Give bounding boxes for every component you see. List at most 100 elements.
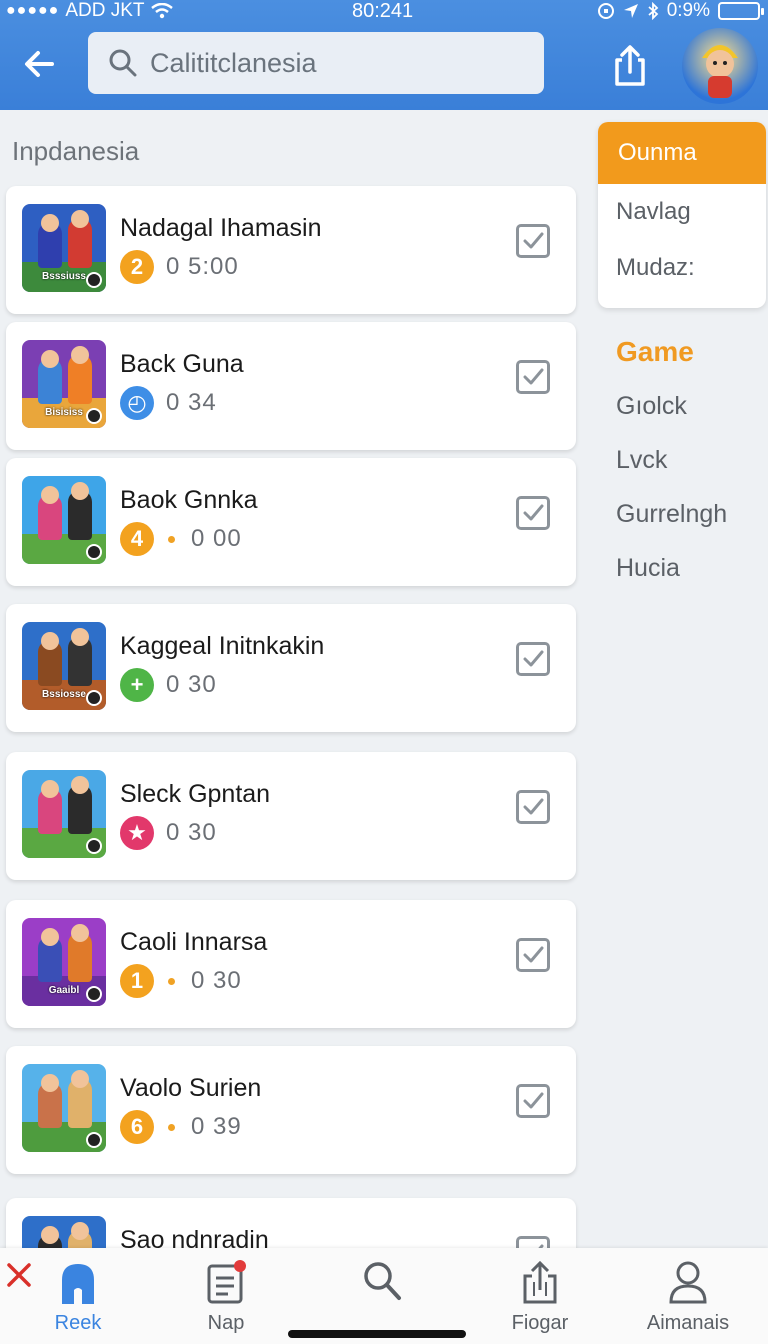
search-icon [109, 49, 137, 77]
search-bar[interactable] [88, 32, 544, 94]
game-meta: ◴ 0 34 [120, 386, 217, 420]
select-checkbox[interactable] [516, 496, 550, 530]
game-meta: 2 0 5:00 [120, 250, 239, 284]
game-thumbnail [22, 1064, 106, 1152]
game-thumbnail: Bssiosse [22, 622, 106, 710]
game-card[interactable]: Vaolo Surien 6 0 39 [6, 1046, 576, 1174]
thumbnail-corner-icon [86, 408, 102, 424]
nav-label: Reek [54, 1312, 102, 1334]
checkmark-icon [523, 504, 544, 521]
game-title: Nadagal Ihamasin [120, 214, 322, 242]
status-bar: ●●●●● ADD JKT 80:241 0:9% [0, 0, 768, 24]
game-title: Caoli Innarsa [120, 928, 268, 956]
game-thumbnail: Bisisiss [22, 340, 106, 428]
select-checkbox[interactable] [516, 360, 550, 394]
game-rank-badge: 1 [120, 964, 154, 998]
game-thumbnail [22, 476, 106, 564]
nav-label: Nap [207, 1312, 245, 1334]
game-stat: 0 00 [191, 525, 242, 552]
nav-label: Aimanais [646, 1312, 730, 1334]
game-thumbnail [22, 770, 106, 858]
game-title: Vaolo Surien [120, 1074, 262, 1102]
thumbnail-character-head [71, 628, 89, 646]
thumbnail-character-head [71, 346, 89, 364]
select-checkbox[interactable] [516, 224, 550, 258]
game-meta: 4 0 00 [120, 522, 242, 556]
filter-option[interactable]: Mudaz: [598, 240, 766, 296]
game-rank-badge: ★ [120, 816, 154, 850]
signal-icon: ●●●●● [6, 2, 60, 19]
category-item[interactable]: Lvck [616, 446, 667, 475]
search-input[interactable] [150, 47, 530, 79]
game-stat: 0 39 [191, 1113, 242, 1140]
filter-option[interactable]: Navlag [598, 184, 766, 240]
nav-item-home[interactable]: Reek [18, 1260, 138, 1340]
clock: 80:241 [352, 0, 414, 22]
avatar[interactable] [682, 28, 758, 104]
checkmark-icon [523, 1092, 544, 1109]
game-rank-badge: 6 [120, 1110, 154, 1144]
game-card[interactable]: Gaaibl Caoli Innarsa 1 0 30 [6, 900, 576, 1028]
game-stat: 0 30 [191, 967, 242, 994]
game-stat: 0 34 [166, 389, 217, 416]
checkmark-icon [523, 232, 544, 249]
category-item[interactable]: Gurrelngh [616, 500, 727, 529]
thumbnail-character-head [71, 210, 89, 228]
top-app-bar: ●●●●● ADD JKT 80:241 0:9% [0, 0, 768, 110]
rotation-lock-icon [597, 3, 614, 19]
game-card[interactable]: Bisisiss Back Guna ◴ 0 34 [6, 322, 576, 450]
game-title: Back Guna [120, 350, 244, 378]
share-icon[interactable] [606, 42, 654, 90]
game-card[interactable]: Bssiosse Kaggeal Initnkakin + 0 30 [6, 604, 576, 732]
bluetooth-icon [648, 2, 659, 20]
thumbnail-character-head [41, 1074, 59, 1092]
game-rank-badge: + [120, 668, 154, 702]
thumbnail-character-head [71, 482, 89, 500]
separator-dot [168, 535, 175, 543]
back-arrow-icon[interactable] [18, 42, 62, 86]
select-checkbox[interactable] [516, 1084, 550, 1118]
game-title: Kaggeal Initnkakin [120, 632, 325, 660]
game-stat: 0 30 [166, 671, 217, 698]
thumbnail-corner-icon [86, 272, 102, 288]
home-indicator [288, 1330, 466, 1338]
thumbnail-corner-icon [86, 838, 102, 854]
nav-item-search[interactable] [322, 1260, 442, 1340]
avatar-character-image [702, 45, 738, 98]
thumbnail-character-head [41, 486, 59, 504]
game-rank-badge: ◴ [120, 386, 154, 420]
location-icon [623, 4, 638, 18]
section-title: Inpdanesia [12, 136, 140, 166]
category-item[interactable]: Hucia [616, 554, 680, 583]
game-card[interactable]: Sleck Gpntan ★ 0 30 [6, 752, 576, 880]
thumbnail-corner-icon [86, 986, 102, 1002]
thumbnail-character-head [41, 632, 59, 650]
thumbnail-corner-icon [86, 690, 102, 706]
game-card[interactable]: Bsssiuss Nadagal Ihamasin 2 0 5:00 [6, 186, 576, 314]
thumbnail-character-head [41, 928, 59, 946]
profile-icon [669, 1261, 707, 1304]
select-checkbox[interactable] [516, 938, 550, 972]
thumbnail-character-head [71, 1222, 89, 1240]
game-meta: ★ 0 30 [120, 816, 217, 850]
select-checkbox[interactable] [516, 642, 550, 676]
checkmark-icon [523, 798, 544, 815]
search-icon [364, 1262, 401, 1300]
sort-filter-card: Ounma Navlag Mudaz: [598, 122, 766, 308]
share-icon [523, 1260, 557, 1304]
thumbnail-character-head [71, 924, 89, 942]
game-thumbnail: Bsssiuss [22, 204, 106, 292]
news-icon [207, 1260, 246, 1304]
game-card[interactable]: Baok Gnnka 4 0 00 [6, 458, 576, 586]
nav-item-profile[interactable]: Aimanais [628, 1260, 748, 1340]
category-item[interactable]: Gıolck [616, 392, 687, 421]
game-rank-badge: 4 [120, 522, 154, 556]
nav-item-share[interactable]: Fiogar [480, 1260, 600, 1340]
checkmark-icon [523, 946, 544, 963]
home-icon [62, 1264, 94, 1304]
carrier-label: ADD JKT [65, 0, 145, 21]
select-checkbox[interactable] [516, 790, 550, 824]
filter-option-active[interactable]: Ounma [598, 122, 766, 184]
nav-item-news[interactable]: Nap [166, 1260, 286, 1340]
thumbnail-character-head [41, 1226, 59, 1244]
